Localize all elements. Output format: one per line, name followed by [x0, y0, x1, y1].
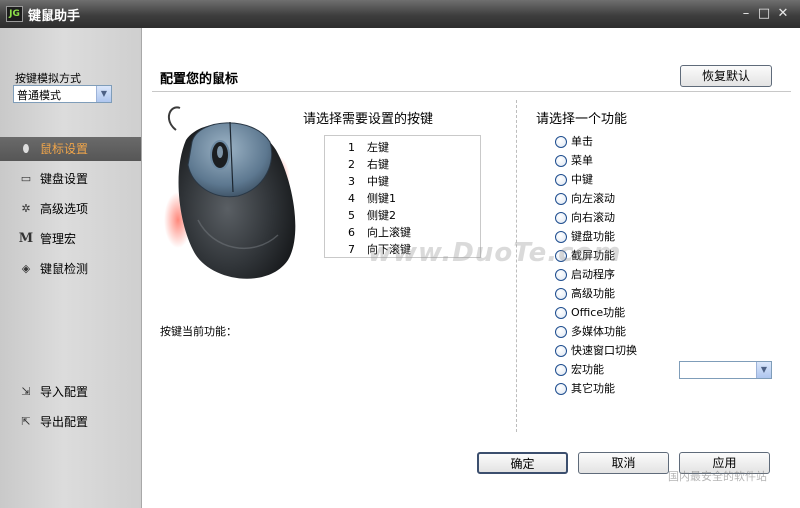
- function-section-title: 请选择一个功能: [536, 112, 628, 127]
- key-number: 7: [348, 243, 355, 256]
- keyboard-icon: ▭: [20, 172, 32, 185]
- key-item-middle[interactable]: 3 中键: [325, 174, 480, 190]
- mouse-illustration: [164, 106, 296, 279]
- nav-label: 管理宏: [40, 232, 77, 246]
- radio-button[interactable]: [555, 193, 567, 205]
- function-label: 启动程序: [571, 268, 615, 281]
- export-config-button[interactable]: ⇱ 导出配置: [0, 410, 141, 434]
- radio-button[interactable]: [555, 383, 567, 395]
- nav-label: 键鼠检测: [40, 262, 89, 276]
- import-config-label: 导入配置: [40, 385, 89, 399]
- nav-input-detect[interactable]: ◈ 键鼠检测: [0, 257, 141, 281]
- function-label: 多媒体功能: [571, 325, 626, 338]
- cancel-button[interactable]: 取消: [578, 452, 669, 474]
- mouse-icon: ⬮: [22, 142, 30, 155]
- key-number: 1: [348, 141, 355, 154]
- macro-m-icon: M: [18, 231, 34, 246]
- detect-icon: ◈: [21, 262, 31, 275]
- radio-button[interactable]: [555, 269, 567, 281]
- function-label: Office功能: [571, 306, 626, 319]
- nav-label: 高级选项: [40, 202, 89, 216]
- header-divider: [152, 91, 791, 92]
- key-name: 左键: [367, 141, 389, 154]
- function-label: 向右滚动: [571, 211, 615, 224]
- radio-button[interactable]: [555, 212, 567, 224]
- radio-button[interactable]: [555, 174, 567, 186]
- key-name: 侧键2: [367, 209, 396, 222]
- export-config-label: 导出配置: [40, 415, 89, 429]
- function-label: 单击: [571, 135, 593, 148]
- title-bar: JG 键鼠助手 – □ ✕: [0, 0, 800, 28]
- simulation-mode-value: 普通模式: [17, 89, 61, 102]
- sidebar: 按键模拟方式 普通模式 ▼ ⬮ 鼠标设置 ▭ 键盘设置 ✲ 高级选项 M 管理宏…: [0, 28, 142, 508]
- current-function-label: 按键当前功能：: [160, 325, 237, 338]
- chevron-down-icon[interactable]: ▼: [756, 362, 771, 378]
- function-label: 中键: [571, 173, 593, 186]
- keys-section-title: 请选择需要设置的按键: [303, 112, 434, 127]
- export-icon: ⇱: [21, 415, 31, 428]
- nav-mouse-settings[interactable]: ⬮ 鼠标设置: [0, 137, 141, 161]
- key-name: 侧键1: [367, 192, 396, 205]
- key-item-left[interactable]: 1 左键: [325, 140, 480, 156]
- key-number: 4: [348, 192, 355, 205]
- simulation-mode-select[interactable]: 普通模式 ▼: [13, 85, 112, 103]
- key-number: 2: [348, 158, 355, 171]
- key-name: 中键: [367, 175, 389, 188]
- function-label: 向左滚动: [571, 192, 615, 205]
- function-label: 其它功能: [571, 382, 615, 395]
- function-label: 高级功能: [571, 287, 615, 300]
- maximize-icon[interactable]: □: [756, 7, 772, 21]
- window-title: 键鼠助手: [28, 9, 81, 24]
- radio-button[interactable]: [555, 345, 567, 357]
- main-panel: 配置您的鼠标 恢复默认 请选择需要设置的按键 1 左键 2 右键 3 中键 4 …: [143, 28, 800, 508]
- chevron-down-icon[interactable]: ▼: [96, 86, 111, 102]
- radio-button[interactable]: [555, 326, 567, 338]
- nav-keyboard-settings[interactable]: ▭ 键盘设置: [0, 167, 141, 191]
- minimize-icon[interactable]: –: [738, 7, 754, 21]
- key-number: 3: [348, 175, 355, 188]
- function-label: 宏功能: [571, 363, 604, 376]
- nav-label: 鼠标设置: [40, 142, 89, 156]
- nav-advanced-options[interactable]: ✲ 高级选项: [0, 197, 141, 221]
- nav-manage-macros[interactable]: M 管理宏: [0, 227, 141, 251]
- close-icon[interactable]: ✕: [775, 7, 791, 21]
- nav-label: 键盘设置: [40, 172, 89, 186]
- radio-button[interactable]: [555, 288, 567, 300]
- key-number: 5: [348, 209, 355, 222]
- function-label: 菜单: [571, 154, 593, 167]
- ok-button[interactable]: 确定: [477, 452, 568, 474]
- app-icon: JG: [6, 6, 23, 22]
- radio-button[interactable]: [555, 364, 567, 376]
- corner-watermark: 国内最安全的软件站: [668, 470, 767, 483]
- import-config-button[interactable]: ⇲ 导入配置: [0, 380, 141, 404]
- key-number: 6: [348, 226, 355, 239]
- key-item-side2[interactable]: 5 侧键2: [325, 208, 480, 224]
- page-title: 配置您的鼠标: [160, 72, 239, 87]
- radio-button[interactable]: [555, 307, 567, 319]
- key-item-right[interactable]: 2 右键: [325, 157, 480, 173]
- macro-select[interactable]: ▼: [679, 361, 772, 379]
- watermark-text: www.DuoTe.com: [368, 238, 622, 268]
- import-icon: ⇲: [21, 385, 31, 398]
- radio-button[interactable]: [555, 136, 567, 148]
- key-name: 右键: [367, 158, 389, 171]
- function-label: 快速窗口切换: [571, 344, 637, 357]
- radio-button[interactable]: [555, 155, 567, 167]
- gear-icon: ✲: [21, 202, 31, 215]
- restore-default-button[interactable]: 恢复默认: [680, 65, 772, 87]
- key-item-side1[interactable]: 4 侧键1: [325, 191, 480, 207]
- simulation-mode-label: 按键模拟方式: [15, 72, 81, 85]
